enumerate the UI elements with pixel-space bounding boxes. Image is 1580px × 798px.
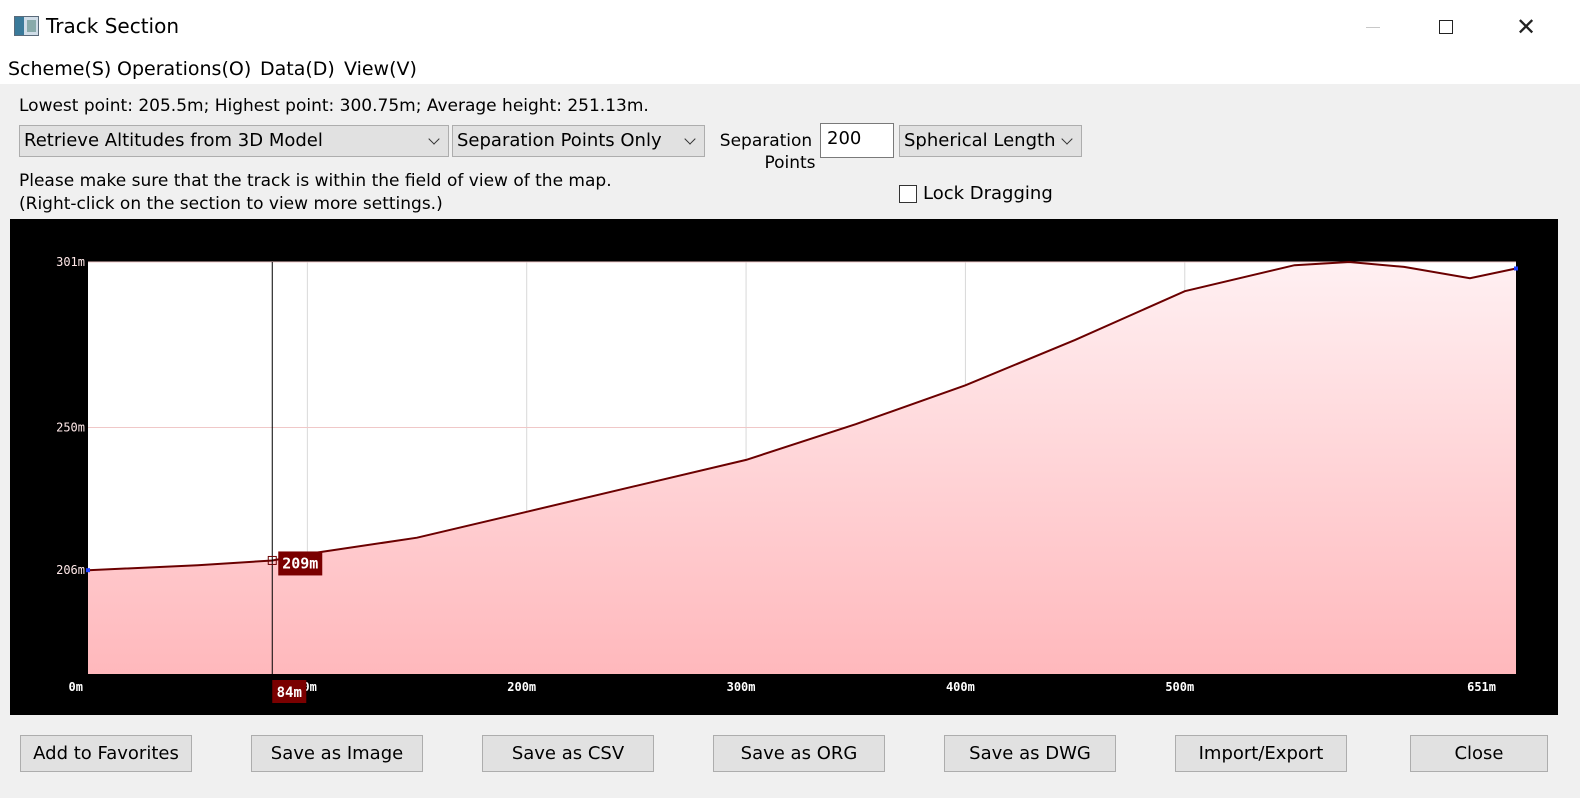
add-to-favorites-button[interactable]: Add to Favorites [20, 735, 192, 772]
separation-points-input[interactable]: 200 [820, 123, 894, 158]
maximize-button[interactable] [1406, 0, 1486, 54]
point-mode-select[interactable]: Separation Points Only [452, 125, 705, 157]
y-tick-label: 206m [56, 563, 85, 577]
y-tick-label: 250m [56, 420, 85, 434]
cursor-y-label: 209m [282, 554, 318, 572]
elevation-profile-chart[interactable]: 301m250m206m0m100m200m300m400m500m651m20… [10, 219, 1558, 715]
import-export-button[interactable]: Import/Export [1175, 735, 1347, 772]
length-mode-select[interactable]: Spherical Length [899, 125, 1082, 157]
title-bar: Track Section ✕ [0, 0, 1580, 54]
lock-dragging-checkbox[interactable]: Lock Dragging [899, 183, 1053, 204]
altitude-source-value: Retrieve Altitudes from 3D Model [24, 130, 323, 151]
separation-label-line1: Separation [719, 131, 813, 151]
app-icon [14, 16, 39, 36]
hint-text: Please make sure that the track is withi… [19, 170, 612, 216]
maximize-icon [1439, 20, 1453, 34]
save-as-image-button[interactable]: Save as Image [251, 735, 423, 772]
altitude-source-select[interactable]: Retrieve Altitudes from 3D Model [19, 125, 449, 157]
chevron-down-icon [428, 133, 440, 145]
save-as-csv-button[interactable]: Save as CSV [482, 735, 654, 772]
hint-line-2: (Right-click on the section to view more… [19, 194, 443, 214]
length-mode-value: Spherical Length [904, 130, 1056, 151]
hint-line-1: Please make sure that the track is withi… [19, 171, 612, 191]
elevation-chart-svg[interactable]: 301m250m206m0m100m200m300m400m500m651m20… [10, 219, 1558, 715]
start-point-marker [86, 568, 90, 573]
separation-label-line2: Points [764, 153, 816, 173]
x-tick-label: 400m [946, 680, 975, 694]
point-mode-value: Separation Points Only [457, 130, 662, 151]
menu-operations[interactable]: Operations(O) [117, 58, 251, 80]
x-tick-label: 300m [727, 680, 756, 694]
menu-view[interactable]: View(V) [344, 58, 417, 80]
height-stats: Lowest point: 205.5m; Highest point: 300… [19, 96, 649, 116]
end-point-marker [1514, 266, 1518, 271]
x-tick-label: 0m [69, 680, 83, 694]
minimize-button[interactable] [1333, 0, 1413, 54]
chevron-down-icon [684, 133, 696, 145]
chevron-down-icon [1061, 133, 1073, 145]
close-window-button[interactable]: ✕ [1486, 0, 1566, 54]
checkbox-box[interactable] [899, 184, 917, 203]
y-tick-label: 301m [56, 255, 85, 269]
x-tick-label: 500m [1165, 680, 1194, 694]
menu-data[interactable]: Data(D) [260, 58, 335, 80]
x-tick-label: 200m [507, 680, 536, 694]
close-icon: ✕ [1515, 13, 1537, 41]
separation-points-label: Separation Points [715, 130, 817, 174]
close-button[interactable]: Close [1410, 735, 1548, 772]
window-title: Track Section [46, 14, 179, 38]
menu-scheme[interactable]: Scheme(S) [8, 58, 111, 80]
lock-dragging-label: Lock Dragging [923, 183, 1053, 204]
save-as-org-button[interactable]: Save as ORG [713, 735, 885, 772]
save-as-dwg-button[interactable]: Save as DWG [944, 735, 1116, 772]
cursor-x-label: 84m [277, 685, 302, 701]
minimize-icon [1366, 26, 1380, 28]
x-tick-label: 651m [1467, 680, 1496, 694]
menu-bar: Scheme(S) Operations(O) Data(D) View(V) [0, 54, 1580, 84]
